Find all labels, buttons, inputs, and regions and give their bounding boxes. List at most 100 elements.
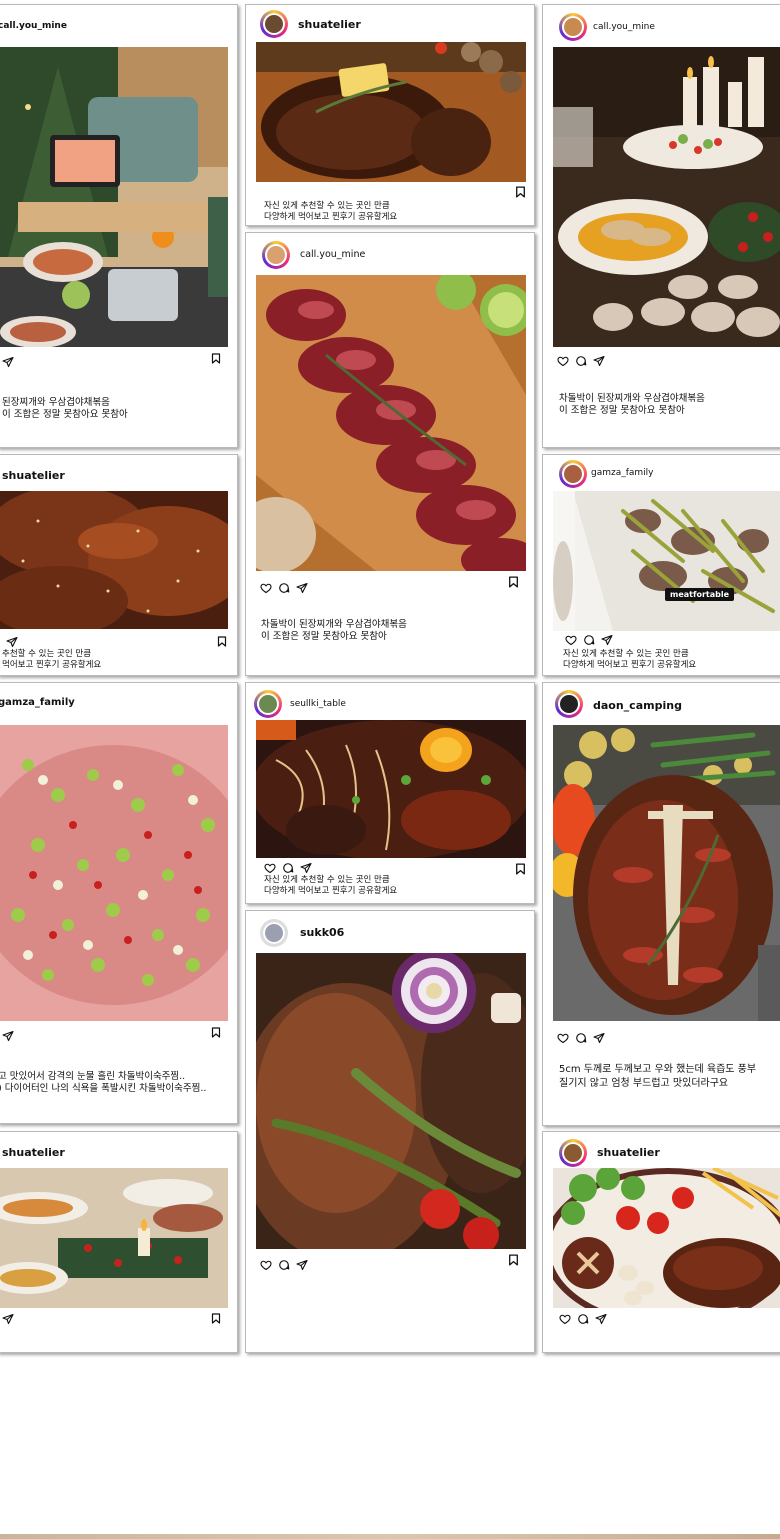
post-actions: [565, 633, 613, 647]
share-icon[interactable]: [593, 1032, 605, 1044]
post-card: shuatelier: [542, 1131, 780, 1353]
share-icon[interactable]: [601, 634, 613, 646]
avatar[interactable]: [559, 13, 587, 41]
username[interactable]: sukk06: [300, 926, 344, 939]
post-photo[interactable]: meatfortable: [553, 491, 780, 631]
post-caption: 된장찌개와 우삼겹야채볶음 이 조합은 정말 못참아요 못참아: [2, 397, 128, 420]
bookmark-icon[interactable]: [210, 1026, 222, 1039]
username[interactable]: shuatelier: [597, 1146, 660, 1159]
post-card: gamza_family 고 맛있어서 감격의 눈물 흘린 차돌박이숙주찜.. …: [0, 682, 238, 1124]
post-actions: [6, 635, 18, 649]
avatar[interactable]: [559, 1139, 587, 1167]
post-actions: [2, 355, 14, 369]
comment-icon[interactable]: [577, 1313, 589, 1325]
heart-icon[interactable]: [557, 355, 569, 367]
avatar[interactable]: [559, 460, 587, 488]
username[interactable]: gamza_family: [0, 697, 75, 708]
post-photo[interactable]: [0, 1168, 228, 1308]
post-card: gamza_family meatfortable 자신 있게 추천할 수 있는…: [542, 454, 780, 676]
post-actions: [557, 354, 605, 368]
post-photo[interactable]: [553, 47, 780, 347]
share-icon[interactable]: [595, 1313, 607, 1325]
post-actions: [2, 1312, 14, 1326]
post-photo[interactable]: [0, 491, 228, 629]
heart-icon[interactable]: [565, 634, 577, 646]
share-icon[interactable]: [296, 582, 308, 594]
username[interactable]: gamza_family: [591, 468, 654, 478]
username[interactable]: shuatelier: [2, 1146, 65, 1159]
post-caption: 자신 있게 추천할 수 있는 곳인 만큼 다양하게 먹어보고 찐후기 공유할게요: [264, 875, 398, 896]
avatar[interactable]: [260, 919, 288, 947]
post-photo[interactable]: [0, 47, 228, 347]
comment-icon[interactable]: [575, 1032, 587, 1044]
bookmark-icon[interactable]: [514, 185, 527, 199]
post-card: shuatelier 자신 있게 추천할 수 있는 곳인 만큼 다양하게 먹어보…: [245, 4, 535, 226]
heart-icon[interactable]: [260, 1259, 272, 1271]
username[interactable]: shuatelier: [2, 469, 65, 482]
share-icon[interactable]: [2, 1030, 14, 1042]
heart-icon[interactable]: [264, 862, 276, 874]
feed-collage-page: { "posts": { "c1_1": {"username": "call.…: [0, 0, 780, 1539]
post-card: call.you_mine 차돌박이 된장찌개와 우삼겹야채볶음 이 조합은 정…: [245, 232, 535, 676]
post-caption: 고 맛있어서 감격의 눈물 흘린 차돌박이숙주찜.. ) 다이어터인 나의 식욕…: [0, 1071, 207, 1094]
username[interactable]: daon_camping: [593, 699, 682, 712]
heart-icon[interactable]: [557, 1032, 569, 1044]
post-photo[interactable]: [256, 42, 526, 182]
heart-icon[interactable]: [260, 582, 272, 594]
post-actions: [2, 1029, 14, 1043]
post-card: daon_camping 5cm 두께로 두께보고 우와 했는데 육즙도 풍부 …: [542, 682, 780, 1126]
post-photo[interactable]: [553, 1168, 780, 1308]
avatar[interactable]: [260, 10, 288, 38]
share-icon[interactable]: [2, 356, 14, 368]
post-caption: 추천할 수 있는 곳인 만큼 먹어보고 찐후기 공유할게요: [2, 649, 102, 670]
post-photo[interactable]: [256, 275, 526, 571]
share-icon[interactable]: [593, 355, 605, 367]
share-icon[interactable]: [6, 636, 18, 648]
comment-icon[interactable]: [575, 355, 587, 367]
heart-icon[interactable]: [559, 1313, 571, 1325]
post-caption: 자신 있게 추천할 수 있는 곳인 만큼 다양하게 먹어보고 찐후기 공유할게요: [264, 201, 398, 222]
post-caption: 자신 있게 추천할 수 있는 곳인 만큼 다양하게 먹어보고 찐후기 공유할게요: [563, 649, 697, 670]
username[interactable]: seullki_table: [290, 699, 346, 709]
share-icon[interactable]: [2, 1313, 14, 1325]
post-caption: 차돌박이 된장찌개와 우삼겹야채볶음 이 조합은 정말 못참아요 못참아: [559, 393, 705, 416]
post-card: call.you_mine 차돌박이 된장찌개와 우삼겹야채볶음 이 조합은 정…: [542, 4, 780, 448]
share-icon[interactable]: [296, 1259, 308, 1271]
post-actions: [260, 1258, 308, 1272]
post-actions: [559, 1312, 607, 1326]
comment-icon[interactable]: [278, 582, 290, 594]
brand-badge: meatfortable: [665, 588, 735, 601]
username[interactable]: call.you_mine: [300, 249, 365, 260]
bottom-stripe: [0, 1534, 780, 1539]
username[interactable]: call.you_mine: [593, 22, 655, 32]
post-actions: [264, 861, 312, 875]
post-photo[interactable]: [553, 725, 780, 1021]
username[interactable]: shuatelier: [298, 18, 361, 31]
comment-icon[interactable]: [278, 1259, 290, 1271]
comment-icon[interactable]: [282, 862, 294, 874]
avatar[interactable]: [262, 241, 290, 269]
post-caption: 5cm 두께로 두께보고 우와 했는데 육즙도 풍부 질기지 않고 엄청 부드럽…: [559, 1064, 757, 1089]
post-photo[interactable]: [256, 953, 526, 1249]
post-actions: [260, 581, 308, 595]
bookmark-icon[interactable]: [210, 1312, 222, 1325]
post-card: shuatelier: [0, 1131, 238, 1353]
avatar[interactable]: [254, 690, 282, 718]
post-photo[interactable]: [0, 725, 228, 1021]
bookmark-icon[interactable]: [210, 352, 222, 365]
avatar[interactable]: [555, 690, 583, 718]
post-card: sukk06: [245, 910, 535, 1353]
bookmark-icon[interactable]: [507, 1253, 520, 1267]
share-icon[interactable]: [300, 862, 312, 874]
post-card: seullki_table 자신 있게 추천할 수 있는 곳인 만큼 다양하게 …: [245, 682, 535, 904]
post-card: call.you_mine 된장찌개와 우삼겹야채볶음 이 조합은 정말 못참아…: [0, 4, 238, 448]
post-card: shuatelier 추천할 수 있는 곳인 만큼 먹어보고 찐후기 공유할게요: [0, 454, 238, 676]
post-actions: [557, 1031, 605, 1045]
comment-icon[interactable]: [583, 634, 595, 646]
post-photo[interactable]: [256, 720, 526, 858]
post-caption: 차돌박이 된장찌개와 우삼겹야채볶음 이 조합은 정말 못참아요 못참아: [261, 619, 407, 642]
bookmark-icon[interactable]: [507, 575, 520, 589]
bookmark-icon[interactable]: [216, 635, 228, 648]
bookmark-icon[interactable]: [514, 862, 527, 876]
username[interactable]: call.you_mine: [0, 21, 67, 31]
